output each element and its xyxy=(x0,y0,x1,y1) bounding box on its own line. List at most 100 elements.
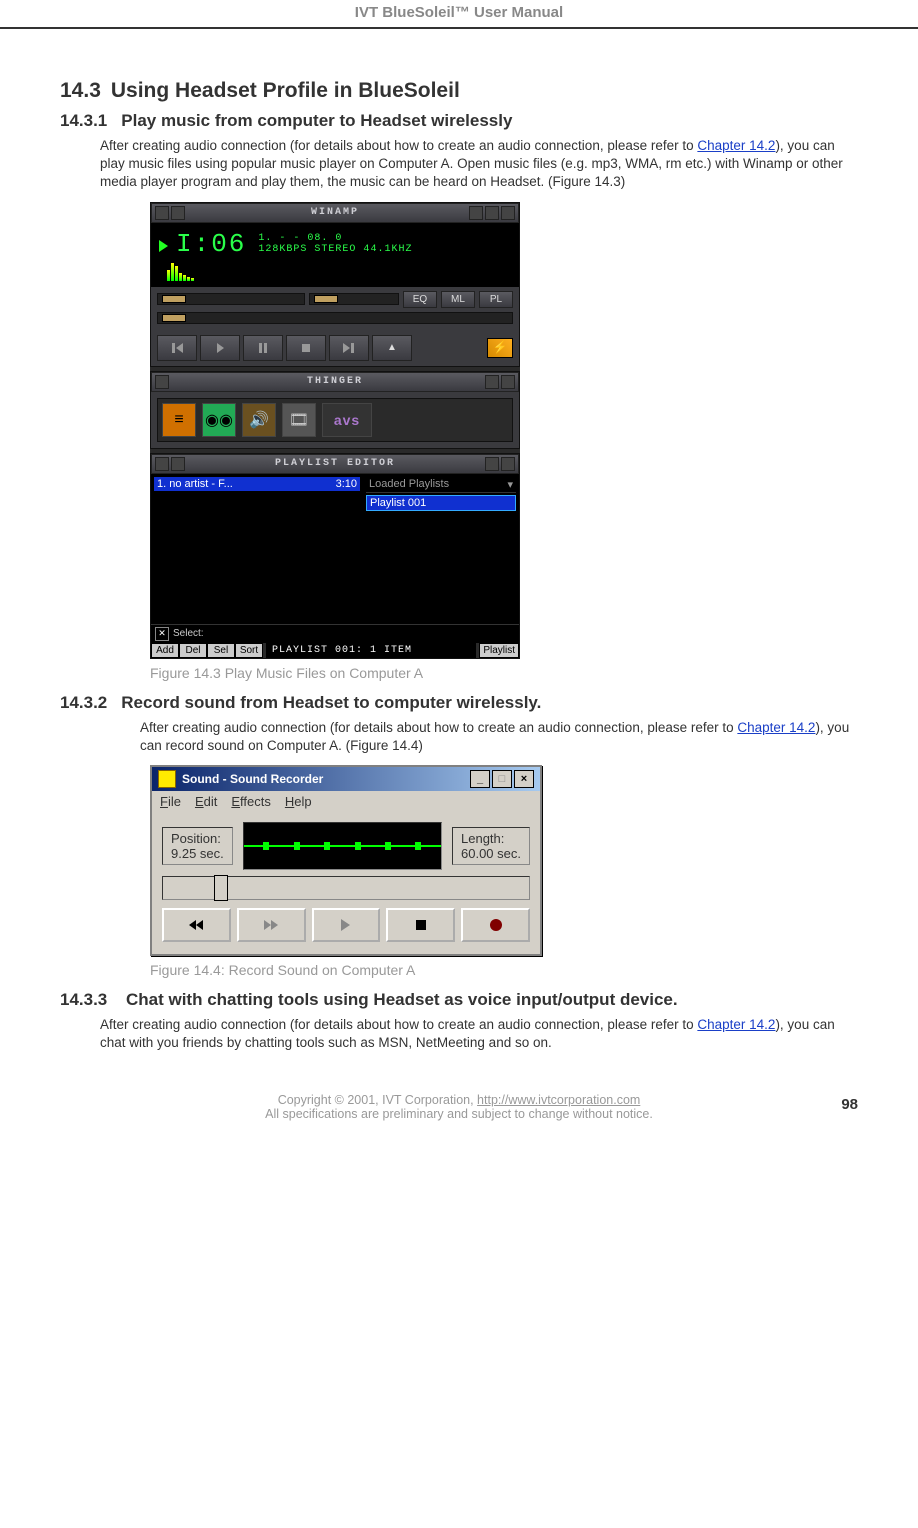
system-menu-icon[interactable] xyxy=(155,457,169,471)
sel-button[interactable]: Sel xyxy=(207,643,235,658)
winamp-transport: ▲ ⚡ xyxy=(151,330,519,366)
thinger-title: THINGER xyxy=(307,377,363,387)
minimize-icon[interactable] xyxy=(469,206,483,220)
seek-start-button[interactable] xyxy=(162,908,231,942)
system-menu-icon[interactable] xyxy=(155,206,169,220)
position-value: 9.25 sec. xyxy=(171,846,224,861)
winamp-misc-icon[interactable] xyxy=(171,457,185,471)
prev-button[interactable] xyxy=(157,335,197,361)
close-icon[interactable] xyxy=(501,375,515,389)
para-fragment: After creating audio connection (for det… xyxy=(100,138,697,153)
maximize-button[interactable]: □ xyxy=(492,770,512,788)
para-14-3-3: After creating audio connection (for det… xyxy=(100,1016,858,1052)
section-14-3: 14.3Using Headset Profile in BlueSoleil xyxy=(60,79,858,103)
position-box: Position: 9.25 sec. xyxy=(162,827,233,865)
chapter-14-2-link[interactable]: Chapter 14.2 xyxy=(697,1017,775,1032)
winamp-track-text[interactable]: 1. - - 08. 0 xyxy=(258,233,412,244)
add-button[interactable]: Add xyxy=(151,643,179,658)
balance-slider[interactable] xyxy=(309,293,399,305)
stop-button[interactable] xyxy=(386,908,455,942)
thinger-titlebar[interactable]: THINGER xyxy=(151,372,519,392)
thinger-speaker-icon[interactable]: 🔊 xyxy=(242,403,276,437)
winamp-title: WINAMP xyxy=(311,208,359,218)
close-icon[interactable] xyxy=(501,206,515,220)
section-14-3-2-num: 14.3.2 xyxy=(60,693,107,712)
pl-button[interactable]: PL xyxy=(479,291,513,308)
minimize-button[interactable]: _ xyxy=(470,770,490,788)
section-14-3-1-title: Play music from computer to Headset wire… xyxy=(121,111,512,130)
waveform-display xyxy=(243,822,442,870)
playlist-001-item[interactable]: Playlist 001 xyxy=(366,495,516,511)
winamp-logo-icon[interactable]: ⚡ xyxy=(487,338,513,358)
chapter-14-2-link[interactable]: Chapter 14.2 xyxy=(737,720,815,735)
volume-slider[interactable] xyxy=(157,293,305,305)
close-button[interactable]: × xyxy=(514,770,534,788)
para-fragment: After creating audio connection (for det… xyxy=(100,1017,697,1032)
track-time: 3:10 xyxy=(336,478,357,490)
section-14-3-1-num: 14.3.1 xyxy=(60,111,107,130)
eq-button[interactable]: EQ xyxy=(403,291,437,308)
loaded-playlists-header[interactable]: Loaded Playlists ▾ xyxy=(366,477,516,493)
thinger-film-icon[interactable]: 🎞 xyxy=(282,403,316,437)
pause-button[interactable] xyxy=(243,335,283,361)
section-14-3-2-title: Record sound from Headset to computer wi… xyxy=(121,693,541,712)
playlist-sidebar: Loaded Playlists ▾ Playlist 001 xyxy=(363,474,519,624)
eject-button[interactable]: ▲ xyxy=(372,335,412,361)
disclaimer-text: All specifications are preliminary and s… xyxy=(60,1107,858,1121)
playlist-tracks[interactable]: 1. no artist - F... 3:10 xyxy=(151,474,363,624)
section-14-3-3: 14.3.3 Chat with chatting tools using He… xyxy=(60,990,858,1010)
playlist-track-item[interactable]: 1. no artist - F... 3:10 xyxy=(154,477,360,491)
close-icon[interactable] xyxy=(501,457,515,471)
slider-thumb[interactable] xyxy=(214,875,228,901)
figure-14-4-caption: Figure 14.4: Record Sound on Computer A xyxy=(150,962,858,978)
para-14-3-2: After creating audio connection (for det… xyxy=(140,719,858,755)
menu-help[interactable]: Help xyxy=(285,794,312,809)
para-14-3-1: After creating audio connection (for det… xyxy=(100,137,858,192)
del-button[interactable]: Del xyxy=(179,643,207,658)
winamp-time[interactable]: I:06 xyxy=(176,229,246,259)
sort-button[interactable]: Sort xyxy=(235,643,263,658)
shade-icon[interactable] xyxy=(485,457,499,471)
winamp-titlebar[interactable]: WINAMP xyxy=(151,203,519,223)
winamp-misc-icon[interactable] xyxy=(171,206,185,220)
track-name: 1. no artist - F... xyxy=(157,478,233,490)
shade-icon[interactable] xyxy=(485,206,499,220)
record-button[interactable] xyxy=(461,908,530,942)
winamp-bitrate-text: 128KBPS STEREO 44.1KHZ xyxy=(258,244,412,255)
play-button[interactable] xyxy=(312,908,381,942)
shade-icon[interactable] xyxy=(485,375,499,389)
thinger-list-icon[interactable]: ≡ xyxy=(162,403,196,437)
position-slider[interactable] xyxy=(162,876,530,900)
thinger-discs-icon[interactable]: ◉◉ xyxy=(202,403,236,437)
playlist-status: PLAYLIST 001: 1 ITEM xyxy=(266,643,476,658)
menu-effects[interactable]: Effects xyxy=(231,794,271,809)
chapter-14-2-link[interactable]: Chapter 14.2 xyxy=(697,138,775,153)
play-button[interactable] xyxy=(200,335,240,361)
chevron-down-icon[interactable]: ▾ xyxy=(507,478,513,491)
menu-file[interactable]: File xyxy=(160,794,181,809)
length-label: Length: xyxy=(461,831,521,846)
spectrum-analyzer[interactable] xyxy=(167,263,246,281)
play-indicator-icon xyxy=(159,240,168,252)
seek-end-button[interactable] xyxy=(237,908,306,942)
doc-header: IVT BlueSoleil™ User Manual xyxy=(0,0,918,29)
ml-button[interactable]: ML xyxy=(441,291,475,308)
next-button[interactable] xyxy=(329,335,369,361)
select-label: Select: xyxy=(173,628,204,639)
playlist-titlebar[interactable]: PLAYLIST EDITOR xyxy=(151,454,519,474)
length-box: Length: 60.00 sec. xyxy=(452,827,530,865)
ivt-url-link[interactable]: http://www.ivtcorporation.com xyxy=(477,1093,640,1107)
menu-edit[interactable]: Edit xyxy=(195,794,217,809)
thinger-avs-button[interactable]: avs xyxy=(322,403,372,437)
select-checkbox[interactable]: ✕ xyxy=(155,627,169,641)
page-footer: Copyright © 2001, IVT Corporation, http:… xyxy=(60,1093,858,1121)
system-menu-icon[interactable] xyxy=(155,375,169,389)
stop-button[interactable] xyxy=(286,335,326,361)
sound-recorder-titlebar[interactable]: Sound - Sound Recorder _ □ × xyxy=(152,767,540,791)
seek-slider[interactable] xyxy=(157,312,513,324)
sound-recorder-menubar: File Edit Effects Help xyxy=(152,791,540,812)
playlist-button[interactable]: Playlist xyxy=(479,643,519,658)
section-14-3-num: 14.3 xyxy=(60,79,101,102)
playlist-title: PLAYLIST EDITOR xyxy=(275,459,395,469)
section-14-3-3-title: Chat with chatting tools using Headset a… xyxy=(121,990,677,1009)
